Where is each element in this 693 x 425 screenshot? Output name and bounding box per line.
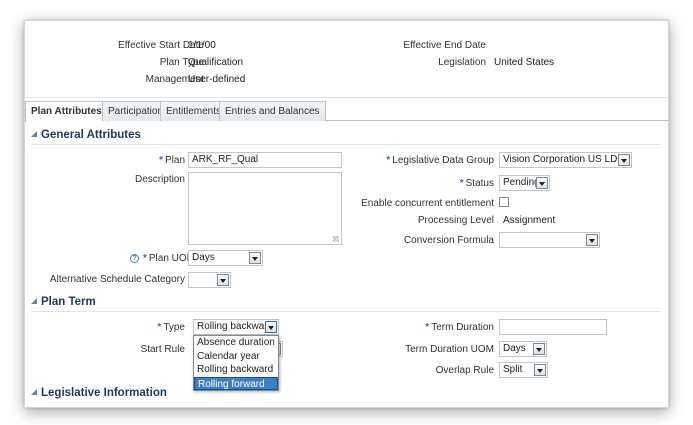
general-attributes-title: General Attributes — [41, 129, 141, 141]
type-dropdown-list: Absence duration Calendar year Rolling b… — [193, 335, 279, 391]
tab-participation[interactable]: Participation — [102, 101, 170, 121]
effective-start-date-value: 1/1/00 — [188, 40, 216, 51]
tab-entries-and-balances[interactable]: Entries and Balances — [219, 101, 326, 121]
term-duration-uom-label: Term Duration UOM — [405, 344, 494, 355]
tab-entitlements[interactable]: Entitlements — [160, 101, 228, 121]
overlap-rule-label: Overlap Rule — [435, 365, 494, 376]
legislative-information-title: Legislative Information — [41, 387, 167, 399]
collapse-triangle-icon — [31, 298, 37, 304]
plan-label: * Plan — [159, 155, 185, 166]
overlap-rule-select[interactable]: Split — [499, 362, 548, 378]
chevron-down-icon[interactable] — [249, 252, 261, 264]
status-label: * Status — [459, 178, 494, 189]
general-attributes-header[interactable]: General Attributes — [31, 129, 141, 141]
type-option-absence-duration[interactable]: Absence duration — [194, 336, 278, 350]
section-divider — [31, 144, 661, 145]
header-divider — [25, 97, 668, 98]
concurrent-entitlement-label: Enable concurrent entitlement — [361, 198, 494, 209]
term-duration-label: * Term Duration — [425, 322, 494, 333]
management-value: User-defined — [188, 74, 246, 85]
conversion-formula-select[interactable] — [499, 232, 600, 248]
plan-term-title: Plan Term — [41, 296, 96, 308]
plan-uom-select[interactable]: Days — [188, 250, 263, 266]
processing-level-value: Assignment — [503, 215, 556, 226]
concurrent-entitlement-checkbox[interactable] — [499, 197, 509, 207]
chevron-down-icon[interactable] — [536, 177, 548, 189]
start-rule-label: Start Rule — [140, 344, 185, 355]
alt-schedule-select[interactable] — [188, 272, 231, 288]
legislative-data-group-label: * Legislative Data Group — [386, 155, 494, 166]
chevron-down-icon[interactable] — [265, 321, 277, 333]
section-divider — [31, 311, 661, 312]
term-duration-uom-select[interactable]: Days — [499, 341, 547, 357]
chevron-down-icon[interactable] — [534, 364, 546, 376]
type-option-rolling-backward[interactable]: Rolling backward — [194, 363, 278, 377]
conversion-formula-label: Conversion Formula — [403, 235, 494, 246]
status-select[interactable]: Pending — [499, 175, 550, 191]
legislative-information-header[interactable]: Legislative Information — [31, 387, 167, 399]
tab-bar: Plan Attributes Participation Entitlemen… — [25, 101, 668, 122]
chevron-down-icon[interactable] — [533, 343, 545, 355]
type-option-rolling-forward[interactable]: Rolling forward — [194, 376, 278, 390]
help-icon[interactable]: ? — [130, 254, 139, 263]
resize-grip-icon[interactable] — [333, 236, 339, 242]
description-label: Description — [134, 174, 185, 185]
chevron-down-icon[interactable] — [217, 274, 229, 286]
legislation-value: United States — [494, 57, 555, 68]
plan-term-header[interactable]: Plan Term — [31, 296, 96, 308]
effective-end-date-label: Effective End Date — [403, 40, 486, 51]
type-label: * Type — [157, 322, 185, 333]
alt-schedule-label: Alternative Schedule Category — [49, 274, 185, 285]
term-duration-input[interactable] — [499, 319, 607, 335]
type-select[interactable]: Rolling backward — [193, 319, 279, 335]
legislation-label: Legislation — [438, 57, 486, 68]
type-option-calendar-year[interactable]: Calendar year — [194, 350, 278, 364]
collapse-triangle-icon — [31, 389, 37, 395]
legislative-data-group-select[interactable]: Vision Corporation US LDG — [499, 152, 632, 168]
plan-uom-value: Days — [192, 252, 215, 263]
description-textarea[interactable] — [188, 172, 342, 245]
plan-type-value: Qualification — [188, 57, 244, 68]
chevron-down-icon[interactable] — [586, 234, 598, 246]
collapse-triangle-icon — [31, 131, 37, 137]
processing-level-label: Processing Level — [417, 215, 494, 226]
plan-input[interactable]: ARK_RF_Qual — [188, 152, 342, 168]
plan-details-panel: Effective Start Date 1/1/00 Plan Type Qu… — [24, 20, 669, 408]
tab-plan-attributes[interactable]: Plan Attributes — [25, 101, 108, 122]
chevron-down-icon[interactable] — [618, 154, 630, 166]
